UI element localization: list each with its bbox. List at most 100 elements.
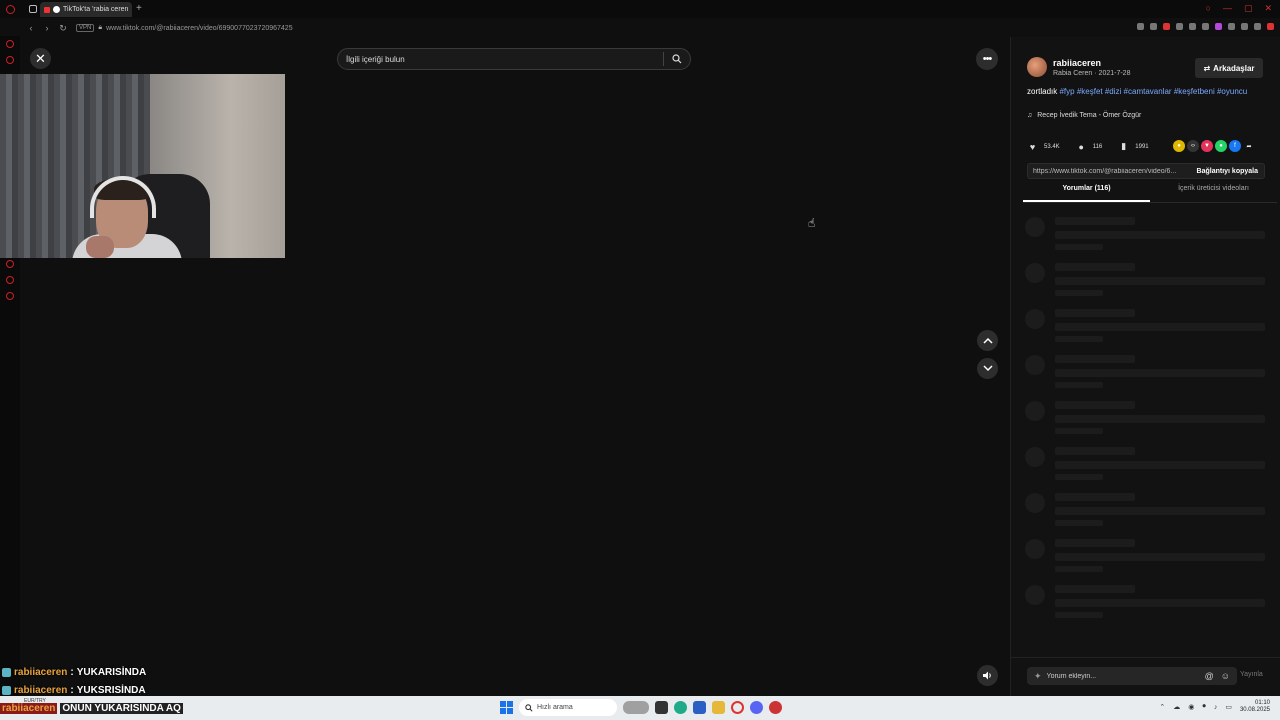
avatar[interactable]	[1027, 57, 1047, 77]
tray-overflow-icon[interactable]: ⌃	[1159, 703, 1165, 711]
sidebar-aria-icon[interactable]	[6, 56, 14, 64]
share-link-box: https://www.tiktok.com/@rabiiaceren/vide…	[1027, 163, 1265, 179]
edge-browser-icon[interactable]	[674, 701, 687, 714]
volume-tray-icon[interactable]: ♪	[1214, 704, 1218, 711]
opera-browser-icon[interactable]	[731, 701, 744, 714]
network-icon[interactable]: ◉	[1188, 703, 1194, 711]
cloud-icon[interactable]: ☁	[1173, 703, 1180, 711]
back-button[interactable]: ‹	[26, 23, 36, 33]
like-heart-icon[interactable]: ♥	[1027, 141, 1038, 152]
embed-code-icon[interactable]: ‹›	[1187, 140, 1199, 152]
snapshot-icon[interactable]	[1150, 23, 1157, 30]
extension-red-icon[interactable]	[1163, 23, 1170, 30]
comment-skeleton	[1011, 493, 1280, 539]
battery-icon[interactable]: ▭	[1225, 703, 1232, 711]
repost-icon[interactable]: ●	[1173, 140, 1185, 152]
opera-menu-icon[interactable]	[6, 4, 15, 14]
close-video-button[interactable]: ✕	[30, 48, 51, 69]
hand-cursor-icon: ☝︎	[808, 216, 816, 230]
sidebar-history-icon[interactable]	[6, 260, 14, 268]
comment-skeleton	[1011, 447, 1280, 493]
mention-icon[interactable]: @	[1205, 671, 1214, 681]
new-tab-button[interactable]: +	[136, 3, 142, 14]
comment-skeleton	[1011, 217, 1280, 263]
send-to-friends-icon[interactable]: ▼	[1201, 140, 1213, 152]
vpn-badge[interactable]: VPN	[76, 24, 95, 32]
save-count: 1991	[1135, 143, 1149, 150]
search-input[interactable]	[338, 54, 663, 64]
friends-button[interactable]: ⇄ Arkadaşlar	[1195, 58, 1263, 78]
sidebar-speed-dial-icon[interactable]	[6, 40, 14, 48]
next-video-button[interactable]	[977, 358, 998, 379]
extension-purple-icon[interactable]	[1215, 23, 1222, 30]
facebook-icon[interactable]: f	[1229, 140, 1241, 152]
mic-icon[interactable]: ⏺	[1202, 703, 1206, 711]
tab-creator-videos[interactable]: İçerik üreticisi videoları	[1150, 185, 1277, 202]
forward-button[interactable]: ›	[42, 23, 52, 33]
browser-tab-tiktok[interactable]: TikTok'ta 'rabia ceren	[40, 2, 132, 17]
browser-tabbar: TikTok'ta 'rabia ceren + ○ — ▢ ✕	[0, 0, 1280, 18]
comment-input[interactable]	[1041, 672, 1205, 680]
hashtag-link[interactable]: #camtavanlar	[1124, 87, 1172, 96]
file-explorer-icon[interactable]	[712, 701, 725, 714]
extensions-puzzle-icon[interactable]	[1228, 23, 1235, 30]
comment-skeleton	[1011, 401, 1280, 447]
wallet-icon[interactable]	[1241, 23, 1248, 30]
comment-skeleton	[1011, 309, 1280, 355]
bookmark-icon[interactable]: ▮	[1118, 141, 1129, 152]
sidebar-pinboard-icon[interactable]	[6, 276, 14, 284]
emoji-icon[interactable]: ☺	[1221, 671, 1230, 681]
lock-icon[interactable]: 🔒︎	[98, 24, 102, 32]
search-icon[interactable]	[664, 54, 690, 64]
windows-start-icon[interactable]	[500, 701, 513, 714]
taskbar-apps: Hızlı arama	[500, 699, 782, 716]
hashtag-link[interactable]: #keşfet	[1077, 87, 1103, 96]
search-tabs-icon[interactable]: ○	[1206, 3, 1211, 14]
hashtag-link[interactable]: #oyuncu	[1217, 87, 1247, 96]
chat-username: rabiiaceren	[14, 685, 68, 696]
share-arrow-icon[interactable]: ➦	[1243, 140, 1255, 152]
tab-comments[interactable]: Yorumlar (116)	[1023, 185, 1150, 202]
music-note-icon: ♫	[1027, 112, 1033, 119]
comment-bubble-icon[interactable]: ●	[1076, 141, 1087, 152]
music-title: Recep İvedik Tema - Ömer Özgür	[1037, 112, 1142, 119]
play-icon[interactable]	[1189, 23, 1196, 30]
sticker-icon[interactable]: ✦	[1034, 671, 1042, 682]
comment-box: ✦ @ ☺	[1027, 667, 1237, 685]
minimize-button[interactable]: —	[1223, 3, 1232, 14]
translate-icon[interactable]	[1176, 23, 1183, 30]
download-icon[interactable]	[1254, 23, 1261, 30]
easy-setup-icon[interactable]	[1267, 23, 1274, 30]
hashtag-link[interactable]: #keşfetbeni	[1174, 87, 1215, 96]
hashtag-link[interactable]: #dizi	[1105, 87, 1121, 96]
sidebar-settings-icon[interactable]	[6, 292, 14, 300]
share-link-url[interactable]: https://www.tiktok.com/@rabiiaceren/vide…	[1028, 168, 1197, 175]
bookmark-page-icon[interactable]	[1137, 23, 1144, 30]
volume-button[interactable]	[977, 665, 998, 686]
task-view-icon[interactable]	[655, 701, 668, 714]
hashtag-link[interactable]: #fyp	[1059, 87, 1074, 96]
chat-badge-icon	[2, 668, 11, 677]
more-options-button[interactable]: •••	[976, 48, 998, 70]
maximize-button[interactable]: ▢	[1244, 3, 1253, 14]
previous-video-button[interactable]	[977, 330, 998, 351]
clock[interactable]: 01:10 30.08.2025	[1240, 700, 1270, 714]
discord-icon[interactable]	[750, 701, 763, 714]
author-username[interactable]: rabiiaceren	[1053, 58, 1101, 68]
app-red-icon[interactable]	[769, 701, 782, 714]
copy-link-button[interactable]: Bağlantıyı kopyala	[1197, 168, 1264, 175]
music-link[interactable]: ♫ Recep İvedik Tema - Ömer Özgür	[1027, 112, 1141, 119]
heart-icon[interactable]	[1202, 23, 1209, 30]
whatsapp-icon[interactable]: ●	[1215, 140, 1227, 152]
friends-button-label: Arkadaşlar	[1213, 63, 1255, 73]
url-text[interactable]: www.tiktok.com/@rabiiaceren/video/699007…	[106, 25, 293, 32]
workspace-icon[interactable]	[29, 5, 37, 13]
post-comment-button[interactable]: Yayınla	[1240, 671, 1263, 678]
taskbar-search[interactable]: Hızlı arama	[519, 699, 617, 716]
panel-tabs: Yorumlar (116) İçerik üreticisi videolar…	[1023, 185, 1277, 203]
store-icon[interactable]	[693, 701, 706, 714]
close-window-button[interactable]: ✕	[1264, 3, 1272, 14]
reload-button[interactable]: ↻	[58, 23, 68, 34]
chat-line: rabiiaceren ONUN YUKARISINDA AQ	[0, 703, 183, 714]
widget-thumbnail[interactable]	[623, 701, 649, 714]
